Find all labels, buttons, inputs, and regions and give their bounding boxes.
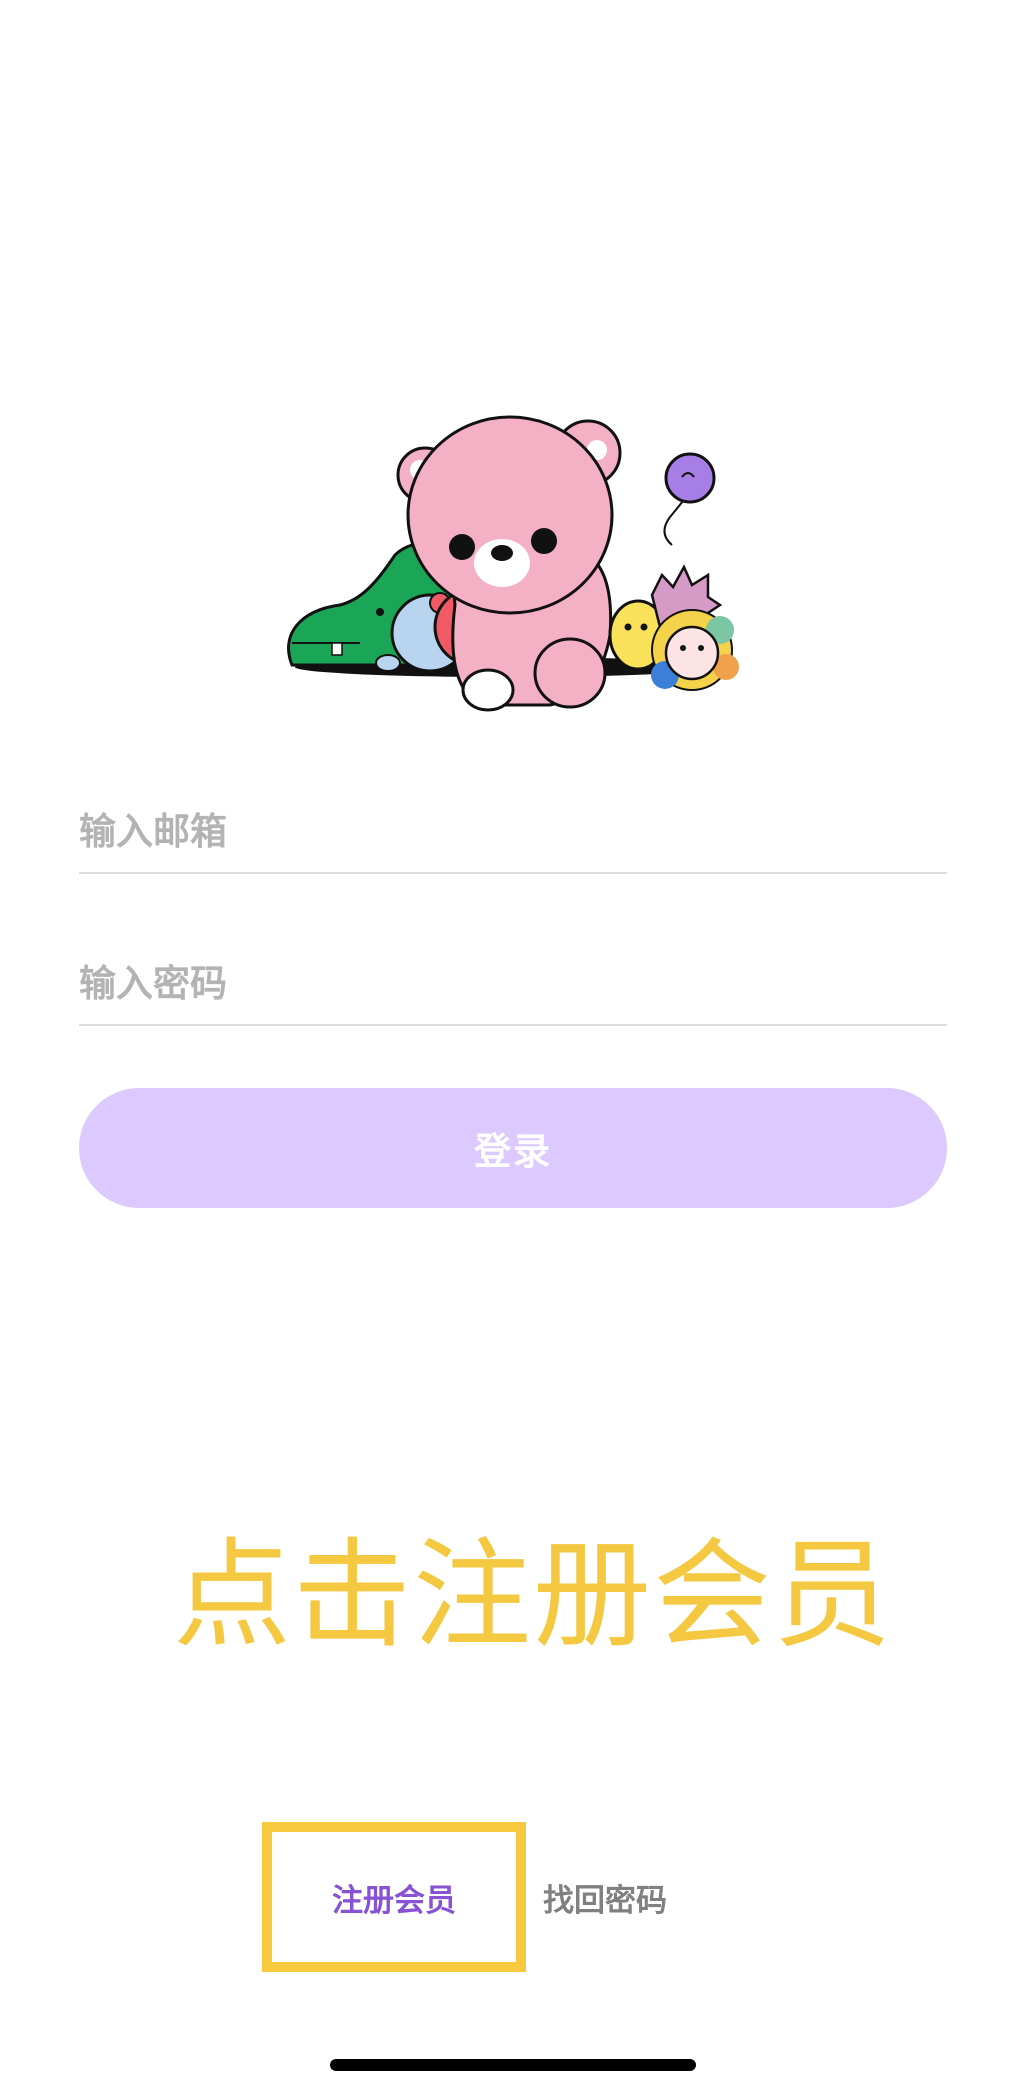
register-link[interactable]: 注册会员 <box>262 1822 526 1972</box>
email-field[interactable] <box>79 790 947 874</box>
purple-balloon-icon <box>663 452 716 546</box>
forgot-password-link[interactable]: 找回密码 <box>543 1872 667 1922</box>
login-button[interactable]: 登录 <box>79 1088 947 1208</box>
flower-lion-icon <box>651 609 739 691</box>
password-input[interactable] <box>79 942 947 1024</box>
mascot-group-illustration <box>287 415 739 712</box>
register-hint-text: 点击注册会员 <box>172 1526 893 1664</box>
home-indicator[interactable] <box>330 2059 696 2071</box>
email-input[interactable] <box>79 790 947 872</box>
password-field[interactable] <box>79 942 947 1026</box>
